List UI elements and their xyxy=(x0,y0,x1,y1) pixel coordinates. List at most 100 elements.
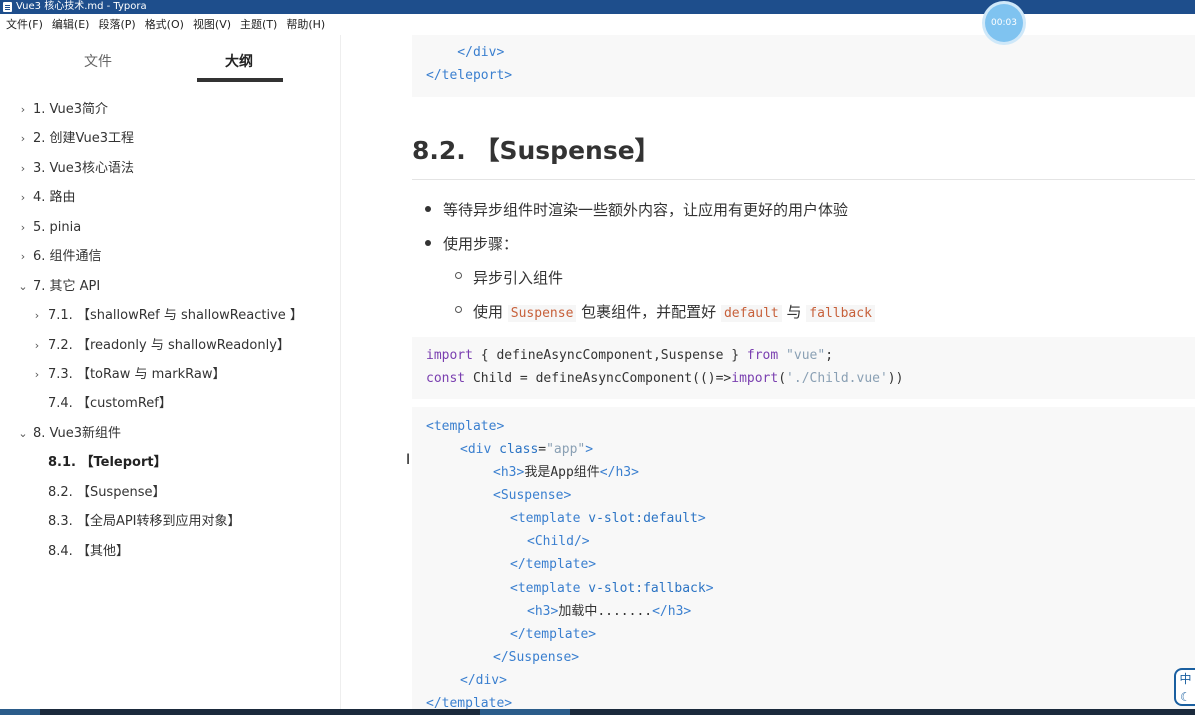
outline-item-label: 2. 创建Vue3工程 xyxy=(33,131,135,147)
taskbar xyxy=(0,709,1195,715)
outline-item[interactable]: › 7.1. 【shallowRef 与 shallowReactive 】 xyxy=(0,301,340,330)
outline-item[interactable]: ⌄ 7. 其它 API xyxy=(0,272,340,301)
code-line: </template> xyxy=(426,696,513,710)
chevron-down-icon[interactable]: ⌄ xyxy=(18,419,28,448)
typora-app-icon xyxy=(3,2,12,12)
chevron-right-icon[interactable]: › xyxy=(32,331,42,360)
outline-item[interactable]: 8.2. 【Suspense】 xyxy=(0,478,340,507)
code-line: <h3>加载中.......</h3> xyxy=(527,604,692,619)
sidebar: 文件 大纲 › 1. Vue3简介 › 2. 创建Vue3工程 › 3. Vue3核心… xyxy=(0,35,341,710)
code-line: <Child/> xyxy=(527,534,590,549)
chevron-right-icon[interactable]: › xyxy=(18,183,28,212)
editor-content[interactable]: </div> </teleport> 8.2. 【Suspense】 等待异步组… xyxy=(341,35,1195,710)
outline-item-label: 8.3. 【全局API转移到应用对象】 xyxy=(48,514,241,530)
outline-item-label: 1. Vue3简介 xyxy=(33,102,109,117)
chevron-right-icon[interactable]: › xyxy=(18,213,28,242)
outline-item-label: 5. pinia xyxy=(33,219,82,235)
outline-item-label: 7. 其它 API xyxy=(33,278,101,294)
sub-bullet-item: 使用 Suspense 包裹组件，并配置好 default 与 fallback xyxy=(455,301,875,322)
chevron-down-icon[interactable]: ⌄ xyxy=(18,272,28,301)
tab-outline[interactable]: 大纲 xyxy=(225,51,253,71)
chevron-right-icon[interactable]: › xyxy=(18,154,28,183)
outline-item-label: 8.2. 【Suspense】 xyxy=(48,484,166,500)
outline-item-label: 8.4. 【其他】 xyxy=(48,543,129,559)
taskbar-start[interactable] xyxy=(0,709,40,715)
bullet-circle-icon xyxy=(455,272,462,279)
outline-item[interactable]: 8.3. 【全局API转移到应用对象】 xyxy=(0,507,340,536)
moon-icon: ☾ xyxy=(1180,690,1191,704)
active-tab-indicator xyxy=(197,78,283,82)
bullet-item: 等待异步组件时渲染一些额外内容，让应用有更好的用户体验 xyxy=(425,199,848,220)
code-line: <template v-slot:default> xyxy=(510,511,706,526)
chevron-right-icon[interactable]: › xyxy=(32,301,42,330)
bullet-dot-icon xyxy=(425,240,431,246)
outline-item[interactable]: › 2. 创建Vue3工程 xyxy=(0,124,340,153)
outline-item-label: 3. Vue3核心语法 xyxy=(33,160,135,176)
code-line: <h3>我是App组件</h3> xyxy=(493,465,639,480)
code-block-script[interactable]: import { defineAsyncComponent,Suspense }… xyxy=(412,337,1195,399)
ime-indicator[interactable]: 中 ☾ xyxy=(1174,668,1195,706)
code-line: </div> xyxy=(426,45,505,60)
outline-item-label: 7.1. 【shallowRef 与 shallowReactive 】 xyxy=(48,308,303,324)
inline-code: default xyxy=(720,305,782,322)
section-heading: 8.2. 【Suspense】 xyxy=(412,136,660,165)
bullet-circle-icon xyxy=(455,306,462,313)
menu-edit[interactable]: 编辑(E) xyxy=(48,14,94,35)
code-line: <Suspense> xyxy=(493,488,572,503)
taskbar-app[interactable] xyxy=(480,709,570,715)
chevron-right-icon[interactable]: › xyxy=(18,124,28,153)
code-line: </div> xyxy=(460,673,507,688)
code-line: </template> xyxy=(510,557,597,572)
menu-theme[interactable]: 主题(T) xyxy=(236,14,281,35)
chevron-right-icon[interactable]: › xyxy=(18,95,28,124)
code-line: <template v-slot:fallback> xyxy=(510,581,714,596)
text-cursor-icon: I xyxy=(406,452,411,468)
outline-item[interactable]: › 7.2. 【readonly 与 shallowReadonly】 xyxy=(0,331,340,360)
outline-item-label: 7.2. 【readonly 与 shallowReadonly】 xyxy=(48,337,290,353)
chevron-right-icon[interactable]: › xyxy=(18,242,28,271)
code-line: const Child = defineAsyncComponent(()=>i… xyxy=(426,371,904,386)
code-block-teleport-end[interactable]: </div> </teleport> xyxy=(412,35,1195,97)
outline-item[interactable]: 7.4. 【customRef】 xyxy=(0,389,340,418)
inline-code: Suspense xyxy=(507,305,577,322)
outline-item[interactable]: › 6. 组件通信 xyxy=(0,242,340,271)
code-line: </teleport> xyxy=(426,68,513,83)
recording-timer[interactable]: 00:03 xyxy=(985,4,1023,42)
menu-paragraph[interactable]: 段落(P) xyxy=(94,14,139,35)
code-line: </template> xyxy=(510,627,597,642)
menu-view[interactable]: 视图(V) xyxy=(189,14,235,35)
tab-files[interactable]: 文件 xyxy=(84,51,112,71)
sub-bullet-item: 异步引入组件 xyxy=(455,267,563,288)
outline-item-label: 8.1. 【Teleport】 xyxy=(48,455,167,471)
bullet-dot-icon xyxy=(425,206,431,212)
chevron-right-icon[interactable]: › xyxy=(32,360,42,389)
inline-code: fallback xyxy=(806,305,875,322)
outline-item-active[interactable]: 8.1. 【Teleport】 xyxy=(0,448,340,477)
outline-item[interactable]: › 5. pinia xyxy=(0,213,340,242)
code-line: </Suspense> xyxy=(493,650,580,665)
outline-item[interactable]: › 4. 路由 xyxy=(0,183,340,212)
outline-item-label: 6. 组件通信 xyxy=(33,249,102,265)
ime-language: 中 xyxy=(1179,672,1192,686)
code-line: <template> xyxy=(426,419,505,434)
outline-item[interactable]: › 3. Vue3核心语法 xyxy=(0,154,340,183)
code-line: <div class="app"> xyxy=(460,442,594,457)
outline-item-label: 7.3. 【toRaw 与 markRaw】 xyxy=(48,366,226,382)
window-title: Vue3 核心技术.md - Typora xyxy=(16,1,147,12)
menu-file[interactable]: 文件(F) xyxy=(2,14,47,35)
outline-item-label: 4. 路由 xyxy=(33,190,76,206)
sidebar-tabs: 文件 大纲 xyxy=(0,35,340,83)
outline-item-label: 8. Vue3新组件 xyxy=(33,425,122,441)
outline-item[interactable]: ⌄ 8. Vue3新组件 xyxy=(0,419,340,448)
code-block-template[interactable]: <template> <div class="app"> <h3>我是App组件… xyxy=(412,407,1195,710)
outline-item[interactable]: › 7.3. 【toRaw 与 markRaw】 xyxy=(0,360,340,389)
outline-item-label: 7.4. 【customRef】 xyxy=(48,396,172,412)
outline-list: › 1. Vue3简介 › 2. 创建Vue3工程 › 3. Vue3核心语法 › 4.… xyxy=(0,95,340,566)
code-line: import { defineAsyncComponent,Suspense }… xyxy=(426,348,834,363)
menu-help[interactable]: 帮助(H) xyxy=(282,14,329,35)
outline-item[interactable]: › 1. Vue3简介 xyxy=(0,95,340,124)
bullet-item: 使用步骤： xyxy=(425,233,518,254)
menu-format[interactable]: 格式(O) xyxy=(141,14,188,35)
outline-item[interactable]: 8.4. 【其他】 xyxy=(0,537,340,566)
heading-divider xyxy=(412,179,1195,180)
